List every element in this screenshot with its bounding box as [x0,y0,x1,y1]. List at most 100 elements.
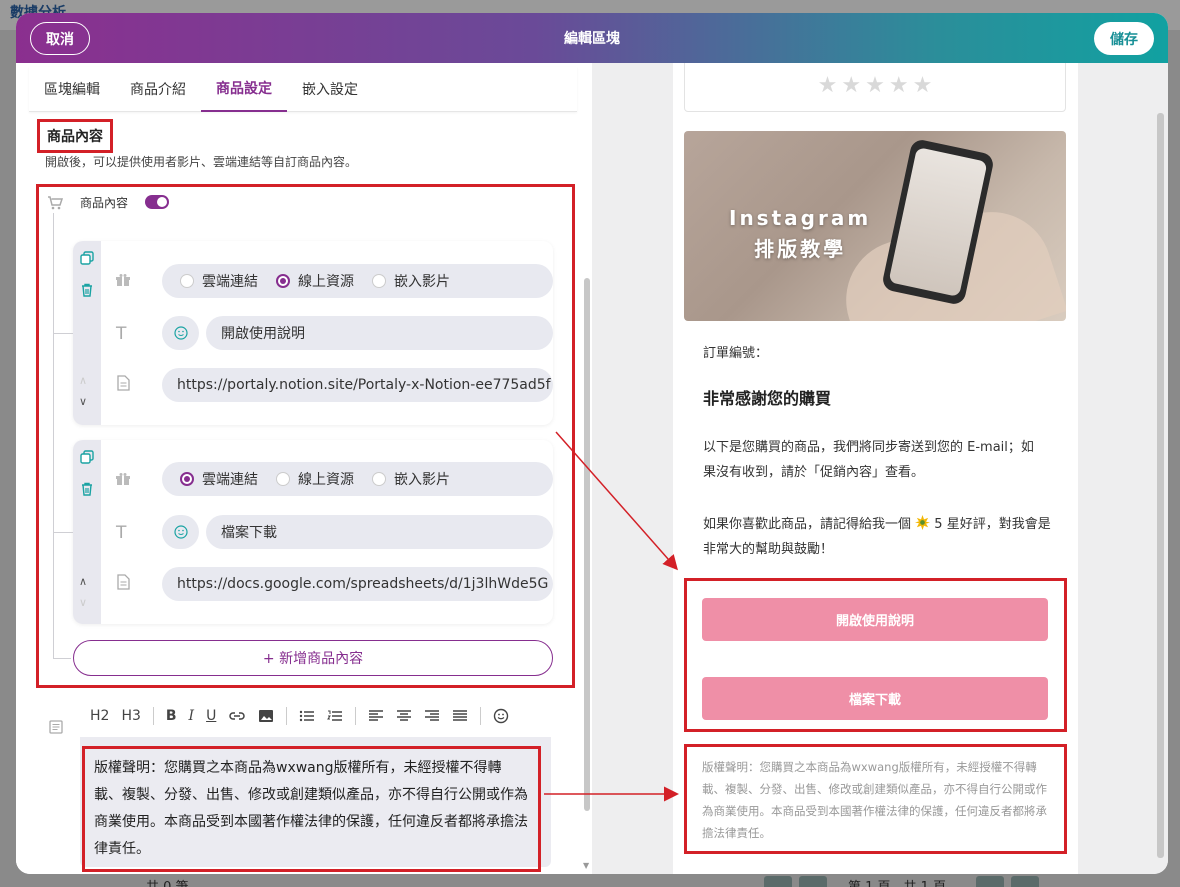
heading2-button[interactable]: H2 [90,708,109,724]
text-icon: T [116,523,127,543]
editor-content[interactable]: 版權聲明：您購買之本商品為wxwang版權所有，未經授權不得轉載、複製、分發、出… [82,746,541,872]
gift-icon [116,274,130,286]
tab-product-intro[interactable]: 商品介紹 [115,67,201,112]
tree-branch [53,333,73,334]
preview-panel: ★ ★ ★ ★ ★ Instagram 排版教學 訂單編號： 非常感謝您的購買 … [673,63,1078,874]
tree-connector-end [53,658,71,659]
radio-dot-selected [276,274,290,288]
link-icon[interactable] [228,709,246,723]
content-toggle[interactable] [145,195,169,209]
left-panel-scrollbar[interactable] [584,278,590,811]
copy-icon[interactable] [80,251,94,265]
toolbar-divider [355,707,357,725]
open-guide-button[interactable]: 開啟使用說明 [702,598,1048,641]
edit-block-modal: 取消 編輯區塊 儲存 區塊編輯 商品介紹 商品設定 嵌入設定 商品內容 開啟後，… [16,13,1168,874]
radio-dot [276,472,290,486]
modal-title: 編輯區塊 [564,31,620,47]
content-url-input[interactable]: https://portaly.notion.site/Portaly-x-No… [162,368,553,402]
italic-button[interactable]: I [189,708,195,724]
edit-panel: 區塊編輯 商品介紹 商品設定 嵌入設定 商品內容 開啟後，可以提供使用者影片、雲… [16,63,592,874]
move-down-icon[interactable]: ∨ [79,395,87,408]
radio-dot-selected [180,472,194,486]
align-justify-icon[interactable] [452,709,468,723]
copy-icon[interactable] [80,450,94,464]
trash-icon[interactable] [80,482,94,496]
radio-dot [372,472,386,486]
file-icon [117,375,130,391]
content-url-input[interactable]: https://docs.google.com/spreadsheets/d/1… [162,567,553,601]
order-number-label: 訂單編號： [703,346,769,361]
background-first-button[interactable] [799,876,827,887]
star-icon: ★ [817,72,838,98]
sparkle-icon [915,515,931,530]
move-up-icon[interactable]: ∧ [79,374,87,387]
tab-bar: 區塊編輯 商品介紹 商品設定 嵌入設定 [29,67,577,112]
background-page-info: 第 1 頁，共 1 頁 [848,876,946,887]
toolbar-divider [152,707,154,725]
smiley-icon [173,326,188,340]
star-icon: ★ [865,72,885,98]
align-left-icon[interactable] [368,709,384,723]
background-last-button[interactable] [1011,876,1039,887]
radio-dot [180,274,194,288]
background-next-button[interactable] [976,876,1004,887]
content-title-input[interactable]: 開啟使用說明 [206,316,553,350]
editor-toolbar: H2 H3 B I U [80,700,552,732]
banner-text: Instagram 排版教學 [729,206,872,261]
preview-scrollbar[interactable] [1157,113,1164,858]
background-record-count: 共 0 筆 [146,876,189,887]
content-item-card: ∧ ∨ 雲端連結 線上資源 嵌入影片 T 檔案下載 https://docs.g… [53,440,553,624]
heading3-button[interactable]: H3 [121,708,140,724]
content-type-radio-group: 雲端連結 線上資源 嵌入影片 [162,264,553,298]
rating-stars: ★ ★ ★ ★ ★ [684,63,1066,112]
document-icon [49,720,63,734]
align-center-icon[interactable] [396,709,412,723]
trash-icon[interactable] [80,283,94,297]
tab-product-settings[interactable]: 商品設定 [201,67,287,112]
emoji-icon[interactable] [493,708,509,724]
star-icon: ★ [912,72,933,98]
modal-body: 區塊編輯 商品介紹 商品設定 嵌入設定 商品內容 開啟後，可以提供使用者影片、雲… [16,63,1168,874]
scroll-down-arrow[interactable]: ▼ [583,861,589,870]
star-icon: ★ [841,72,862,98]
smiley-icon [173,525,188,539]
radio-embed-video[interactable]: 嵌入影片 [372,271,450,291]
cart-icon [48,196,63,210]
tab-block-edit[interactable]: 區塊編輯 [29,67,115,112]
content-title-input[interactable]: 檔案下載 [206,515,553,549]
align-right-icon[interactable] [424,709,440,723]
toolbar-divider [286,707,288,725]
save-button[interactable]: 儲存 [1094,22,1154,55]
thanks-heading: 非常感謝您的購買 [703,389,832,408]
radio-embed-video[interactable]: 嵌入影片 [372,469,450,489]
bullet-list-icon[interactable] [299,709,315,723]
product-banner-image: Instagram 排版教學 [684,131,1066,321]
section-description: 開啟後，可以提供使用者影片、雲端連結等自訂商品內容。 [45,155,358,169]
review-paragraph: 如果你喜歡此商品，請記得給我一個 5 星好評，對我會是非常大的幫助與鼓勵！ [703,515,1051,557]
add-content-button[interactable]: + 新增商品內容 [73,640,553,676]
move-down-icon[interactable]: ∨ [79,596,87,609]
background-prev-button[interactable] [764,876,792,887]
tab-embed-settings[interactable]: 嵌入設定 [287,67,373,112]
modal-header: 取消 編輯區塊 儲存 [16,13,1168,63]
emoji-picker-button[interactable] [162,515,199,549]
radio-cloud-link[interactable]: 雲端連結 [180,469,258,489]
file-download-button[interactable]: 檔案下載 [702,677,1048,720]
star-icon: ★ [888,72,909,98]
bold-button[interactable]: B [166,708,177,724]
content-toggle-label: 商品內容 [80,196,129,210]
radio-online-resource[interactable]: 線上資源 [276,271,354,291]
image-icon[interactable] [258,709,274,723]
emoji-picker-button[interactable] [162,316,199,350]
section-title: 商品內容 [37,119,113,153]
tree-connector [53,213,54,659]
content-type-radio-group: 雲端連結 線上資源 嵌入影片 [162,462,553,496]
radio-cloud-link[interactable]: 雲端連結 [180,271,258,291]
underline-button[interactable]: U [206,708,216,724]
toolbar-divider [480,707,482,725]
move-up-icon[interactable]: ∧ [79,575,87,588]
numbered-list-icon[interactable] [327,709,343,723]
tree-branch [53,532,73,533]
gift-icon [116,473,130,485]
radio-online-resource[interactable]: 線上資源 [276,469,354,489]
